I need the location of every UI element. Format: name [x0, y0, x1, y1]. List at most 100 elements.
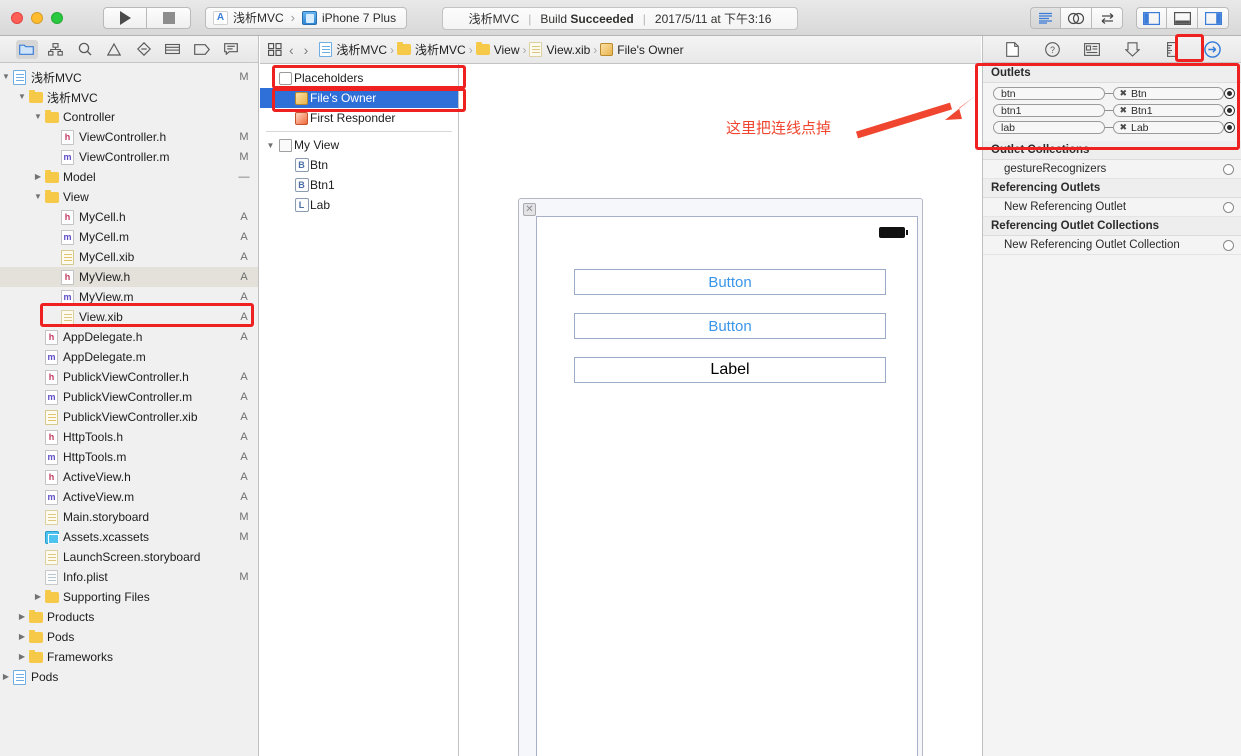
- ib-button-1[interactable]: Button: [574, 313, 886, 339]
- connection-well-filled[interactable]: [1224, 105, 1236, 116]
- file-row[interactable]: m MyCell.m A: [0, 227, 258, 247]
- outlet-row[interactable]: btn1 ✖ Btn1: [983, 103, 1241, 118]
- outlet-target-pill[interactable]: ✖ Lab: [1113, 121, 1225, 134]
- file-row[interactable]: View.xib A: [0, 307, 258, 327]
- outlet-target-pill[interactable]: ✖ Btn: [1113, 87, 1225, 100]
- chevron-right-icon[interactable]: ›: [301, 42, 312, 58]
- navigator-tab-project[interactable]: [15, 39, 38, 59]
- outlet-name-pill[interactable]: btn1: [993, 104, 1105, 117]
- file-row[interactable]: Assets.xcassets M: [0, 527, 258, 547]
- disclosure-triangle[interactable]: ▼: [264, 141, 277, 150]
- outlet-row[interactable]: lab ✖ Lab: [983, 120, 1241, 135]
- file-row[interactable]: PublickViewController.xib A: [0, 407, 258, 427]
- file-row[interactable]: h ActiveView.h A: [0, 467, 258, 487]
- chevron-left-icon[interactable]: ‹: [286, 42, 297, 58]
- file-row[interactable]: ▼ Controller: [0, 107, 258, 127]
- file-row[interactable]: MyCell.xib A: [0, 247, 258, 267]
- file-row[interactable]: m ActiveView.m A: [0, 487, 258, 507]
- inspector-connection-row[interactable]: New Referencing Outlet: [983, 198, 1241, 217]
- run-button[interactable]: [103, 6, 147, 29]
- breadcrumb-item[interactable]: View: [475, 42, 519, 57]
- navigator-tab-test[interactable]: [133, 40, 155, 59]
- file-row[interactable]: ▶ Frameworks: [0, 647, 258, 667]
- toggle-inspector-button[interactable]: [1198, 7, 1229, 29]
- disconnect-icon[interactable]: ✖: [1119, 123, 1127, 132]
- file-row[interactable]: h AppDelegate.h A: [0, 327, 258, 347]
- close-window-button[interactable]: [11, 11, 23, 24]
- inspector-connection-row[interactable]: gestureRecognizers: [983, 160, 1241, 179]
- outlet-name-pill[interactable]: lab: [993, 121, 1105, 134]
- attributes-inspector-icon[interactable]: [1121, 40, 1143, 59]
- navigator-tab-breakpoint[interactable]: [191, 40, 213, 59]
- outline-row[interactable]: First Responder: [260, 108, 458, 128]
- file-row[interactable]: h HttpTools.h A: [0, 427, 258, 447]
- file-row[interactable]: m AppDelegate.m: [0, 347, 258, 367]
- disclosure-triangle[interactable]: ▶: [32, 593, 44, 601]
- standard-editor-button[interactable]: [1030, 7, 1061, 29]
- connection-well-filled[interactable]: [1224, 122, 1236, 133]
- file-row[interactable]: ▼ 浅析MVC: [0, 87, 258, 107]
- outlet-name-pill[interactable]: btn: [993, 87, 1105, 100]
- disclosure-triangle[interactable]: ▶: [16, 633, 28, 641]
- outline-row-list[interactable]: Placeholders File's Owner First Responder ▼…: [260, 64, 458, 215]
- close-icon[interactable]: ✕: [523, 203, 536, 216]
- breadcrumb-item[interactable]: File's Owner: [600, 43, 684, 57]
- breadcrumb-item[interactable]: 浅析MVC: [319, 41, 387, 58]
- file-row[interactable]: LaunchScreen.storyboard: [0, 547, 258, 567]
- breadcrumb-item[interactable]: 浅析MVC: [397, 41, 466, 58]
- zoom-window-button[interactable]: [51, 11, 63, 24]
- file-row[interactable]: Info.plist M: [0, 567, 258, 587]
- ib-button-0[interactable]: Button: [574, 269, 886, 295]
- navigator-tab-source-control[interactable]: [45, 40, 67, 59]
- disclosure-triangle[interactable]: ▶: [0, 673, 12, 681]
- navigator-tab-debug[interactable]: [162, 40, 184, 59]
- connections-inspector-icon[interactable]: [1201, 40, 1223, 59]
- breadcrumb-item[interactable]: View.xib: [529, 42, 590, 57]
- minimize-window-button[interactable]: [31, 11, 43, 24]
- toggle-debug-area-button[interactable]: [1167, 7, 1198, 29]
- file-row[interactable]: m PublickViewController.m A: [0, 387, 258, 407]
- toggle-navigator-button[interactable]: [1136, 7, 1167, 29]
- ib-label-2[interactable]: Label: [574, 357, 886, 383]
- project-file-list[interactable]: ▼ 浅析MVC M ▼ 浅析MVC ▼ Controller h ViewController.…: [0, 64, 258, 756]
- outline-row[interactable]: B Btn: [260, 155, 458, 175]
- file-row[interactable]: h MyCell.h A: [0, 207, 258, 227]
- interface-builder-canvas[interactable]: ✕ Button Button Label: [460, 64, 981, 756]
- file-row[interactable]: ▶ Model —: [0, 167, 258, 187]
- assistant-editor-button[interactable]: [1061, 7, 1092, 29]
- file-row[interactable]: h ViewController.h M: [0, 127, 258, 147]
- file-row[interactable]: ▶ Pods: [0, 667, 258, 687]
- file-row[interactable]: h MyView.h A: [0, 267, 258, 287]
- file-row[interactable]: ▶ Products: [0, 607, 258, 627]
- file-row[interactable]: ▶ Supporting Files: [0, 587, 258, 607]
- file-row[interactable]: Main.storyboard M: [0, 507, 258, 527]
- stop-button[interactable]: [147, 6, 191, 29]
- file-row[interactable]: ▼ View: [0, 187, 258, 207]
- outlet-row[interactable]: btn ✖ Btn: [983, 86, 1241, 101]
- disclosure-triangle[interactable]: ▼: [32, 113, 44, 121]
- file-inspector-icon[interactable]: [1001, 40, 1023, 59]
- file-row[interactable]: ▶ Pods: [0, 627, 258, 647]
- disclosure-triangle[interactable]: ▶: [16, 613, 28, 621]
- disclosure-triangle[interactable]: ▼: [0, 73, 12, 81]
- file-row[interactable]: h PublickViewController.h A: [0, 367, 258, 387]
- inspector-connection-row[interactable]: New Referencing Outlet Collection: [983, 236, 1241, 255]
- disclosure-triangle[interactable]: ▼: [32, 193, 44, 201]
- disclosure-triangle[interactable]: ▼: [16, 93, 28, 101]
- navigator-tab-search[interactable]: [74, 40, 96, 59]
- disconnect-icon[interactable]: ✖: [1119, 89, 1127, 98]
- outline-row[interactable]: B Btn1: [260, 175, 458, 195]
- related-items-icon[interactable]: [268, 43, 282, 56]
- file-row[interactable]: ▼ 浅析MVC M: [0, 67, 258, 87]
- scheme-selector[interactable]: A 浅析MVC › iPhone 7 Plus: [205, 6, 408, 29]
- disclosure-triangle[interactable]: ▶: [16, 653, 28, 661]
- disclosure-triangle[interactable]: ▶: [32, 173, 44, 181]
- identity-inspector-icon[interactable]: [1081, 40, 1103, 59]
- file-row[interactable]: m MyView.m A: [0, 287, 258, 307]
- file-row[interactable]: m ViewController.m M: [0, 147, 258, 167]
- version-editor-button[interactable]: [1092, 7, 1123, 29]
- quick-help-icon[interactable]: ?: [1041, 40, 1063, 59]
- size-inspector-icon[interactable]: [1161, 40, 1183, 59]
- outlet-target-pill[interactable]: ✖ Btn1: [1113, 104, 1225, 117]
- outline-row[interactable]: Placeholders: [260, 68, 458, 88]
